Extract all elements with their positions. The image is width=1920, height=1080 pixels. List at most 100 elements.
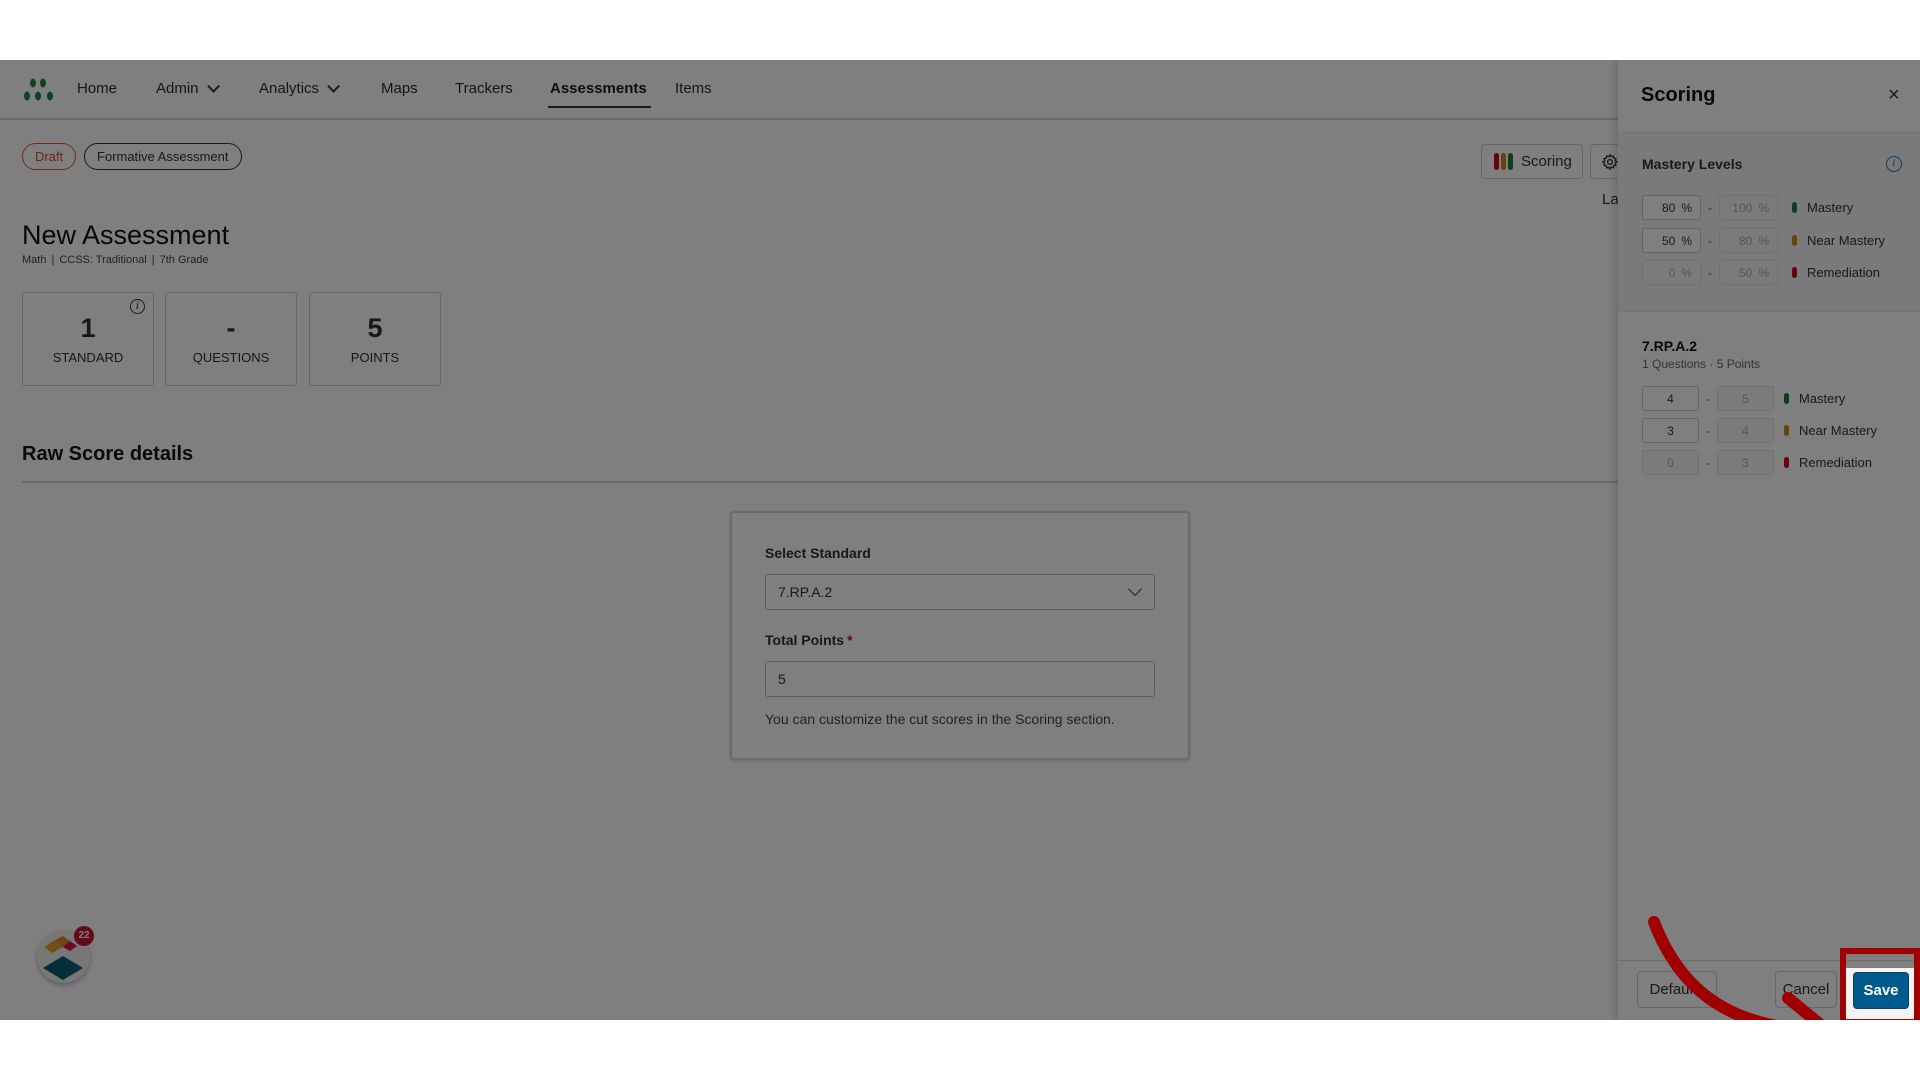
unit: % [1758, 265, 1769, 280]
nav-home[interactable]: Home [77, 80, 117, 97]
required-mark: * [847, 632, 853, 648]
standard-code: 7.RP.A.2 [1642, 338, 1697, 354]
meta-grade: 7th Grade [159, 254, 209, 266]
stat-label: POINTS [350, 350, 400, 365]
app-logo-icon[interactable] [22, 78, 58, 102]
to-value: 50 [1738, 265, 1753, 280]
meta-framework: CCSS: Traditional [59, 254, 147, 266]
nav-assessments[interactable]: Assessments [548, 80, 651, 108]
mastery-levels-title: Mastery Levels [1642, 156, 1743, 172]
notification-count-badge: 22 [74, 926, 94, 946]
level-label: Near Mastery [1807, 233, 1886, 248]
remediation-from-input: 0% [1642, 260, 1701, 285]
range-dash: - [1706, 423, 1710, 438]
standard-select[interactable]: 7.RP.A.2 [765, 574, 1155, 610]
to-value: 4 [1742, 423, 1749, 438]
nav-label: Home [77, 80, 118, 97]
level-label: Near Mastery [1799, 423, 1878, 438]
stat-label: STANDARD [52, 350, 124, 365]
section-title: Raw Score details [22, 443, 194, 465]
from-value: 3 [1667, 423, 1674, 438]
stat-label: QUESTIONS [192, 350, 270, 365]
nav-items[interactable]: Items [675, 80, 712, 97]
unit: % [1681, 200, 1692, 215]
near-mastery-color-dot [1784, 425, 1789, 436]
scoring-button-label: Scoring [1521, 153, 1572, 170]
nav-trackers[interactable]: Trackers [455, 80, 513, 97]
standard-near-mastery-row: 3 - 4 Near Mastery [1642, 418, 1877, 443]
standard-remediation-from-input: 0 [1642, 450, 1699, 475]
close-icon[interactable]: × [1888, 84, 1900, 107]
from-value: 0 [1667, 455, 1674, 470]
range-dash: - [1706, 391, 1710, 406]
to-value: 3 [1742, 455, 1749, 470]
panel-title: Scoring [1641, 84, 1716, 106]
level-label: Remediation [1799, 455, 1872, 470]
section-divider [22, 481, 1618, 483]
to-value: 100 [1732, 200, 1753, 215]
standard-near-mastery-from-input[interactable]: 3 [1642, 418, 1699, 443]
to-value: 5 [1742, 391, 1749, 406]
nav-analytics[interactable]: Analytics [259, 80, 341, 97]
scoring-bars-icon [1494, 153, 1513, 170]
range-dash: - [1708, 265, 1712, 280]
from-value: 0 [1668, 265, 1676, 280]
stat-card-standard: i 1 STANDARD [22, 292, 154, 386]
scoring-panel: Scoring × Mastery Levels i 80% - 100% Ma… [1618, 60, 1920, 1020]
mastery-row: 80% - 100% Mastery [1642, 195, 1853, 220]
standard-select-value: 7.RP.A.2 [778, 584, 833, 600]
range-dash: - [1706, 455, 1710, 470]
info-icon[interactable]: i [130, 299, 145, 314]
page-title: New Assessment [22, 220, 230, 250]
nav-label: Items [675, 80, 712, 97]
select-standard-label: Select Standard [765, 545, 871, 561]
mastery-from-input[interactable]: 80% [1642, 195, 1701, 220]
app-viewport: Home Admin Analytics Maps Trackers Asses… [0, 60, 1920, 1020]
stat-card-points: 5 POINTS [309, 292, 441, 386]
assessment-type-badge: Formative Assessment [84, 143, 242, 170]
nav-admin[interactable]: Admin [156, 80, 220, 97]
meta-subject: Math [22, 254, 47, 266]
nav-maps[interactable]: Maps [381, 80, 418, 97]
mastery-to-input: 100% [1719, 195, 1778, 220]
info-icon[interactable]: i [1886, 156, 1902, 172]
total-points-input[interactable]: 5 [765, 661, 1155, 697]
defaults-button[interactable]: Defaults [1637, 971, 1717, 1008]
stat-card-questions: - QUESTIONS [165, 292, 297, 386]
range-dash: - [1708, 233, 1712, 248]
cancel-button[interactable]: Cancel [1775, 971, 1837, 1008]
scoring-button[interactable]: Scoring [1481, 144, 1583, 179]
level-label: Mastery [1799, 391, 1846, 406]
nav-label: Admin [156, 80, 199, 97]
gear-icon [1601, 153, 1619, 170]
unit: % [1758, 200, 1769, 215]
near-mastery-row: 50% - 80% Near Mastery [1642, 228, 1885, 253]
unit: % [1758, 233, 1769, 248]
nav-label: Trackers [455, 80, 513, 97]
standard-remediation-row: 0 - 3 Remediation [1642, 450, 1872, 475]
status-badge: Draft [22, 143, 77, 170]
near-mastery-to-input: 80% [1719, 228, 1778, 253]
from-value: 50 [1661, 233, 1676, 248]
near-mastery-color-dot [1792, 235, 1797, 246]
assessment-meta: Math | CCSS: Traditional | 7th Grade [22, 254, 209, 266]
stat-value: - [226, 313, 236, 343]
remediation-row: 0% - 50% Remediation [1642, 260, 1880, 285]
range-dash: - [1708, 200, 1712, 215]
standard-mastery-from-input[interactable]: 4 [1642, 386, 1699, 411]
standard-mastery-row: 4 - 5 Mastery [1642, 386, 1845, 411]
total-points-label-text: Total Points [765, 632, 845, 648]
standard-summary: 1 Questions · 5 Points [1642, 357, 1761, 371]
mastery-color-dot [1784, 393, 1789, 404]
unit: % [1681, 233, 1692, 248]
near-mastery-from-input[interactable]: 50% [1642, 228, 1701, 253]
total-points-value: 5 [778, 671, 786, 687]
nav-label: Assessments [550, 80, 647, 97]
standard-mastery-to-input: 5 [1717, 386, 1774, 411]
save-button[interactable]: Save [1853, 972, 1909, 1009]
to-value: 80 [1738, 233, 1753, 248]
chevron-down-icon [1127, 581, 1143, 597]
from-value: 80 [1661, 200, 1676, 215]
total-points-label: Total Points * [765, 632, 853, 648]
standard-near-mastery-to-input: 4 [1717, 418, 1774, 443]
